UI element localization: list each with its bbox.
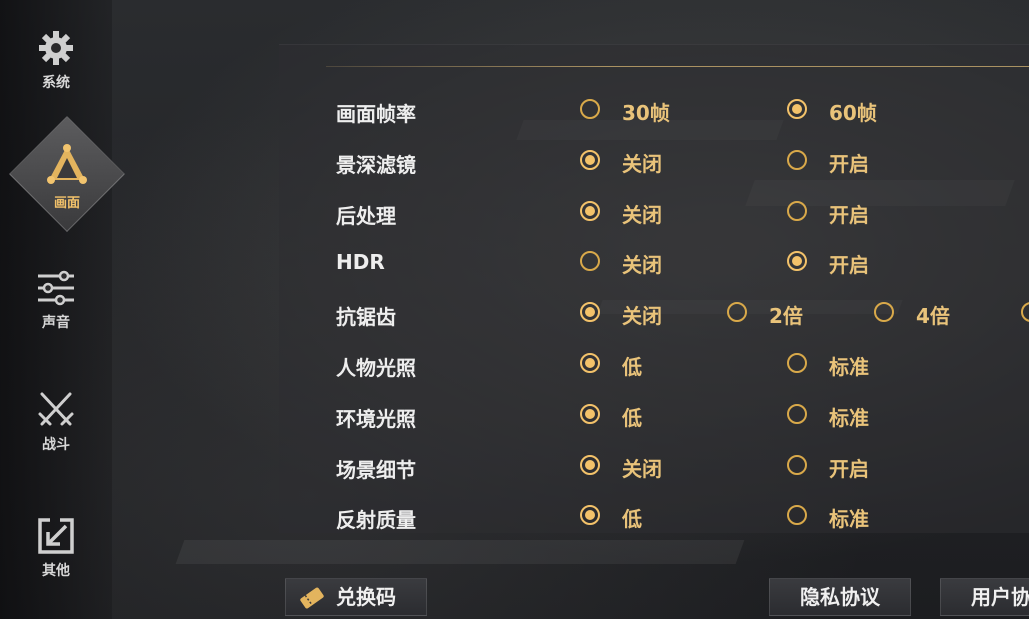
setting-label: 后处理 xyxy=(336,203,396,228)
radio-icon xyxy=(787,505,807,526)
option-label: 60帧 xyxy=(829,101,877,125)
privacy-policy-label: 隐私协议 xyxy=(800,585,880,609)
option-label: 关闭 xyxy=(622,304,662,329)
radio-icon xyxy=(580,99,600,119)
setting-label: HDR xyxy=(336,250,385,275)
option-label: 关闭 xyxy=(622,202,662,227)
option-label: 关闭 xyxy=(622,253,662,278)
setting-label: 反射质量 xyxy=(336,508,416,533)
setting-label: 环境光照 xyxy=(336,406,416,431)
radio-icon xyxy=(787,353,807,373)
radio-icon xyxy=(580,353,600,373)
radio-icon xyxy=(787,251,807,272)
setting-row: 反射质量 低 标准 xyxy=(0,496,1029,536)
setting-row: 抗锯齿 关闭 2倍 4倍 xyxy=(0,293,1029,333)
setting-label: 场景细节 xyxy=(336,457,416,482)
setting-label: 景深滤镜 xyxy=(336,152,416,177)
option-label: 低 xyxy=(622,507,642,532)
radio-icon xyxy=(580,505,600,526)
user-agreement-button[interactable]: 用户协 xyxy=(940,578,1029,616)
ticket-icon xyxy=(300,587,324,609)
radio-icon xyxy=(874,302,894,323)
radio-icon xyxy=(580,200,600,221)
sidebar-item-label: 系统 xyxy=(42,75,70,91)
option-label: 开启 xyxy=(829,202,869,227)
option-label: 开启 xyxy=(829,456,869,481)
setting-label: 抗锯齿 xyxy=(336,305,396,330)
setting-label: 画面帧率 xyxy=(336,102,416,126)
radio-icon[interactable] xyxy=(1021,302,1029,323)
radio-icon xyxy=(727,302,747,323)
radio-icon xyxy=(580,403,600,424)
radio-icon xyxy=(787,403,807,424)
option-label: 开启 xyxy=(829,151,869,176)
option-label: 关闭 xyxy=(622,456,662,481)
redeem-code-button[interactable]: 兑换码 xyxy=(285,578,427,616)
setting-label: 人物光照 xyxy=(336,356,416,380)
radio-icon xyxy=(580,454,600,475)
option-label: 标准 xyxy=(829,405,869,430)
radio-icon xyxy=(787,149,807,170)
option-label: 4倍 xyxy=(916,304,950,329)
radio-icon xyxy=(580,149,600,170)
setting-row: HDR 关闭 开启 xyxy=(0,242,1029,282)
radio-icon xyxy=(787,99,807,119)
sidebar-item-label: 其他 xyxy=(42,563,70,579)
radio-icon xyxy=(580,251,600,272)
option-label: 关闭 xyxy=(622,151,662,176)
setting-row: 后处理 关闭 开启 xyxy=(0,192,1029,232)
setting-row: 景深滤镜 关闭 开启 xyxy=(0,141,1029,181)
option-label: 2倍 xyxy=(769,304,803,329)
redeem-code-label: 兑换码 xyxy=(336,585,396,609)
privacy-policy-button[interactable]: 隐私协议 xyxy=(769,578,911,616)
setting-row: 人物光照 低 标准 xyxy=(0,344,1029,384)
option-label: 低 xyxy=(622,355,642,379)
setting-row: 场景细节 关闭 开启 xyxy=(0,446,1029,486)
radio-icon xyxy=(580,302,600,323)
option-label: 低 xyxy=(622,405,642,430)
sidebar-item-system[interactable]: 系统 xyxy=(0,28,112,92)
option-label: 30帧 xyxy=(622,101,670,125)
radio-icon xyxy=(787,200,807,221)
panel-divider xyxy=(326,66,1029,67)
option-label: 标准 xyxy=(829,507,869,532)
setting-row: 画面帧率 30帧 60帧 xyxy=(0,90,1029,130)
option-label: 开启 xyxy=(829,253,869,278)
radio-icon xyxy=(787,454,807,475)
option-label: 标准 xyxy=(829,355,869,379)
user-agreement-label: 用户协 xyxy=(971,585,1029,609)
gear-icon xyxy=(39,31,73,65)
setting-row: 环境光照 低 标准 xyxy=(0,395,1029,435)
